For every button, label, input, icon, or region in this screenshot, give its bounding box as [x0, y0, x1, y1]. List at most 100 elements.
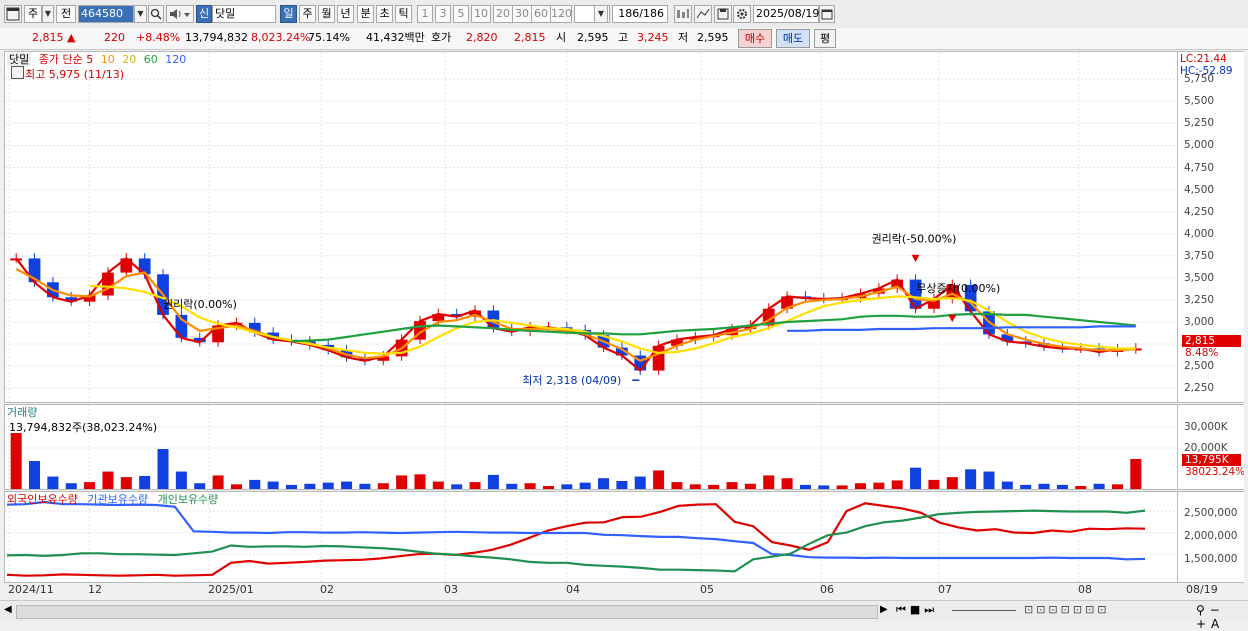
period-minute[interactable]: 분 — [357, 5, 374, 23]
interval-10[interactable]: 10 — [471, 5, 491, 23]
interval-1[interactable]: 1 — [417, 5, 433, 23]
vol-tick-30000k: 30,000K — [1184, 421, 1228, 433]
price-ytick: 5,000 — [1184, 139, 1215, 152]
chart-type-icon[interactable] — [674, 5, 692, 23]
event-label-rights: 권리락(-50.00%) — [872, 233, 957, 246]
settings-icon[interactable] — [733, 5, 751, 23]
interval-3[interactable]: 3 — [435, 5, 451, 23]
volume-chart[interactable] — [5, 405, 1177, 489]
open-price: 2,595 — [577, 31, 609, 44]
zoom-controls-icon[interactable]: ⚲−+A — [1196, 603, 1248, 631]
interval-120[interactable]: 120 — [550, 5, 572, 23]
period-tick[interactable]: 틱 — [395, 5, 412, 23]
high-price: 3,245 — [637, 31, 669, 44]
scroll-right-icon[interactable]: ▶ — [880, 604, 888, 615]
ma-line-20 — [89, 284, 1136, 355]
price-ytick: 5,250 — [1184, 117, 1215, 130]
volume-bar — [194, 483, 206, 489]
speaker-icon[interactable] — [166, 5, 194, 23]
interval-30[interactable]: 30 — [512, 5, 532, 23]
buy-button[interactable]: 매수 — [738, 29, 772, 48]
volume-bar — [671, 482, 683, 489]
interval-60[interactable]: 60 — [531, 5, 551, 23]
price-ytick: 5,750 — [1184, 73, 1215, 86]
scroll-left-icon[interactable]: ◀ — [4, 604, 12, 615]
x-tick: 2025/01 — [208, 583, 254, 596]
x-tick: 07 — [938, 583, 952, 596]
price-legend: 닷밀 종가 단순 5 10 20 60 120 — [7, 53, 186, 66]
pct-tag: 8.48% — [1185, 347, 1219, 359]
stock-name-field[interactable]: 닷밀 — [212, 5, 276, 23]
ma-20-label: 20 — [122, 53, 137, 66]
volume-bar — [983, 471, 995, 489]
volume-bar — [285, 484, 298, 489]
calendar-icon[interactable] — [819, 5, 835, 23]
draw-tool-icon[interactable] — [694, 5, 712, 23]
code-input[interactable]: 464580 — [78, 5, 134, 23]
volume-bar — [799, 484, 811, 489]
x-tick: 12 — [88, 583, 102, 596]
holder-line — [6, 509, 1146, 573]
scroll-track[interactable] — [16, 605, 878, 619]
interval-5[interactable]: 5 — [453, 5, 469, 23]
volume-bar — [47, 476, 59, 489]
volume-bar — [139, 476, 151, 489]
up-arrow-icon: ▲ — [67, 31, 76, 44]
chevron-down-icon[interactable]: ▼ — [134, 5, 147, 23]
eval-button[interactable]: 평 — [814, 29, 836, 48]
volume-bar — [377, 483, 389, 489]
period-week[interactable]: 주 — [299, 5, 316, 23]
chevron-down-icon[interactable]: ▼ — [42, 5, 54, 23]
volume-bar — [120, 477, 132, 489]
volume-bar — [598, 478, 610, 489]
bottom-scrollbar[interactable]: ◀ ▶ ⏮■⏭ ⊡⊡⊡⊡⊡⊡⊡ ⚲−+A — [0, 600, 1248, 631]
volume-bar — [84, 482, 96, 489]
quote-bar: 2,815 ▲ 220 +8.48% 13,794,832 8,023.24% … — [0, 28, 1248, 50]
volume-axis: 30,000K 20,000K 13,795K 38023.24% — [1178, 404, 1244, 490]
volume-bar — [157, 449, 169, 489]
chevron-down-icon[interactable]: ▼ — [594, 5, 608, 23]
hold-tick-2500000: 2,500,000 — [1184, 507, 1238, 519]
save-icon[interactable] — [714, 5, 732, 23]
drawing-tools-icon[interactable]: ⊡⊡⊡⊡⊡⊡⊡ — [1024, 603, 1110, 616]
x-tick: 03 — [444, 583, 458, 596]
volume-bar — [469, 482, 481, 489]
price-change: 220 — [104, 31, 125, 44]
playback-controls-icon[interactable]: ⏮■⏭ — [896, 603, 938, 617]
window-icon[interactable] — [4, 5, 22, 23]
volume-bar — [891, 480, 903, 489]
volume-bar — [359, 483, 371, 489]
volume-bar — [506, 483, 518, 489]
turnover-ratio: 75.14% — [308, 31, 350, 44]
interval-20[interactable]: 20 — [493, 5, 513, 23]
low-label: 저 — [678, 31, 689, 44]
volume-bar — [653, 470, 665, 489]
volume-bar — [396, 475, 408, 489]
price-ytick: 5,500 — [1184, 95, 1215, 108]
period-month[interactable]: 월 — [318, 5, 335, 23]
search-icon[interactable] — [148, 5, 164, 23]
volume-bar — [1111, 484, 1123, 489]
sell-button[interactable]: 매도 — [776, 29, 810, 48]
bar-count-field[interactable]: 186/186 — [612, 5, 668, 23]
prev-button[interactable]: 전 — [56, 5, 76, 23]
price-chart[interactable]: 최저 2,318 (04/09) 권리락(-50.00%) 권리락(0.00%)… — [5, 52, 1177, 402]
market-select[interactable]: 주 — [24, 5, 42, 23]
hold-tick-2000000: 2,000,000 — [1184, 530, 1238, 542]
calendar-icon[interactable] — [11, 66, 24, 79]
date-field[interactable]: 2025/08/19 — [753, 5, 819, 23]
volume-bar — [1075, 486, 1087, 489]
volume-bar — [102, 471, 114, 489]
volume-bar — [854, 483, 867, 489]
zoom-slider[interactable] — [952, 610, 1016, 611]
event-marker-icon — [911, 254, 920, 262]
period-second[interactable]: 초 — [376, 5, 393, 23]
period-year[interactable]: 년 — [337, 5, 354, 23]
period-day[interactable]: 일 — [280, 5, 297, 23]
volume-bar — [744, 483, 756, 489]
price-chart-panel[interactable]: 최저 2,318 (04/09) 권리락(-50.00%) 권리락(0.00%)… — [4, 51, 1178, 403]
ma-60-label: 60 — [143, 53, 158, 66]
holder-panel[interactable]: 외국인보유수량 기관보유수량 개인보유수량 — [4, 491, 1178, 583]
x-tick: 06 — [820, 583, 834, 596]
volume-panel[interactable]: 거래량 13,794,832주(38,023.24%) — [4, 404, 1178, 490]
